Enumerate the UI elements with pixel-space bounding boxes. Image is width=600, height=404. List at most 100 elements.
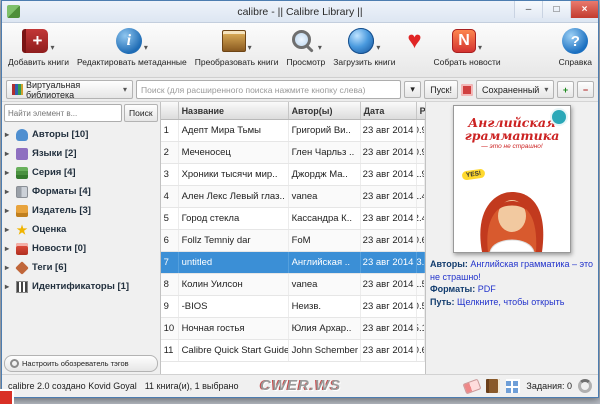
sidebar-item-tags[interactable]: ▸Теги [6]	[2, 258, 160, 277]
chevron-down-icon[interactable]: ▾	[50, 43, 54, 56]
authors-cell[interactable]: Джордж Ма..	[289, 164, 361, 185]
title-cell[interactable]: Город стекла	[179, 208, 289, 229]
date-cell[interactable]: 23 авг 2014	[361, 296, 417, 317]
authors-cell[interactable]: Григорий Ви..	[289, 120, 361, 141]
sidebar-item-formats[interactable]: ▸Форматы [4]	[2, 182, 160, 201]
save-search-add-button[interactable]: +	[557, 81, 574, 98]
column-header-1[interactable]: Название	[179, 102, 289, 119]
minimize-button[interactable]: –	[514, 1, 542, 18]
date-cell[interactable]: 23 авг 2014	[361, 142, 417, 163]
date-cell[interactable]: 23 авг 2014	[361, 120, 417, 141]
expand-arrow-icon[interactable]: ▸	[5, 282, 12, 291]
table-row[interactable]: 10Ночная гостьяЮлия Архар..23 авг 20145.…	[161, 318, 425, 340]
saved-search-icon[interactable]	[461, 84, 473, 96]
authors-cell[interactable]: vanea	[289, 274, 361, 295]
date-cell[interactable]: 23 авг 2014	[361, 230, 417, 251]
get-books-button[interactable]: ▾Загрузить книги	[331, 25, 397, 68]
date-cell[interactable]: 23 авг 2014	[361, 340, 417, 361]
sidebar-item-publisher[interactable]: ▸Издатель [3]	[2, 201, 160, 220]
save-search-remove-button[interactable]: −	[577, 81, 594, 98]
book-cover[interactable]: Английская грамматика — это не страшно! …	[453, 105, 571, 253]
title-cell[interactable]: untitled	[179, 252, 289, 273]
table-row[interactable]: 5Город стеклаКассандра К..23 авг 20142.4	[161, 208, 425, 230]
size-cell[interactable]: 1.9	[417, 164, 425, 185]
close-button[interactable]: ×	[570, 1, 598, 18]
size-cell[interactable]: 13.2	[417, 252, 425, 273]
table-row[interactable]: 3Хроники тысячи мир..Джордж Ма..23 авг 2…	[161, 164, 425, 186]
column-header-2[interactable]: Автор(ы)	[289, 102, 361, 119]
table-row[interactable]: 8Колин Уилсонvanea23 авг 20141.5	[161, 274, 425, 296]
column-header-num[interactable]	[161, 102, 179, 119]
maximize-button[interactable]: □	[542, 1, 570, 18]
sidebar-item-languages[interactable]: ▸Языки [2]	[2, 144, 160, 163]
formats-value[interactable]: PDF	[478, 284, 496, 294]
table-row[interactable]: 6Follz Temniy darFoM23 авг 20140.6	[161, 230, 425, 252]
expand-arrow-icon[interactable]: ▸	[5, 187, 12, 196]
titlebar[interactable]: calibre - || Calibre Library || –□×	[2, 1, 598, 23]
table-row[interactable]: 1Адепт Мира ТьмыГригорий Ви..23 авг 2014…	[161, 120, 425, 142]
title-cell[interactable]: Адепт Мира Тьмы	[179, 120, 289, 141]
authors-cell[interactable]: Глен Чарльз ..	[289, 142, 361, 163]
configure-tag-browser-button[interactable]: Настроить обозреватель тэгов	[4, 355, 158, 372]
expand-arrow-icon[interactable]: ▸	[5, 244, 12, 253]
view-button[interactable]: ▾Просмотр	[284, 25, 327, 68]
search-input[interactable]	[136, 80, 401, 99]
title-cell[interactable]: Ален Лекс Левый глаз..	[179, 186, 289, 207]
date-cell[interactable]: 23 авг 2014	[361, 318, 417, 339]
tag-find-button[interactable]: Поиск	[124, 104, 158, 122]
jobs-label[interactable]: Задания: 0	[526, 381, 572, 391]
size-cell[interactable]: 0.5	[417, 296, 425, 317]
authors-cell[interactable]: Неизв.	[289, 296, 361, 317]
table-row[interactable]: 7untitledАнглийская ..23 авг 201413.2	[161, 252, 425, 274]
size-cell[interactable]: 0.6	[417, 230, 425, 251]
size-cell[interactable]: 1.4	[417, 186, 425, 207]
tag-find-input[interactable]	[4, 104, 122, 122]
chevron-down-icon[interactable]: ▾	[248, 43, 252, 56]
date-cell[interactable]: 23 авг 2014	[361, 186, 417, 207]
saved-search-select[interactable]: Сохраненный ▾	[476, 80, 554, 99]
edit-metadata-button[interactable]: i▾Редактировать метаданные	[75, 25, 189, 68]
clear-icon[interactable]	[463, 378, 482, 394]
expand-arrow-icon[interactable]: ▸	[5, 225, 12, 234]
column-header-3[interactable]: Дата	[361, 102, 417, 119]
size-cell[interactable]: 0.6	[417, 340, 425, 361]
expand-arrow-icon[interactable]: ▸	[5, 168, 12, 177]
title-cell[interactable]: Хроники тысячи мир..	[179, 164, 289, 185]
expand-arrow-icon[interactable]: ▸	[5, 149, 12, 158]
book-list-header[interactable]: НазваниеАвтор(ы)ДатаРазмер	[161, 102, 425, 120]
chevron-down-icon[interactable]: ▾	[318, 43, 322, 56]
authors-cell[interactable]: vanea	[289, 186, 361, 207]
authors-cell[interactable]: Кассандра К..	[289, 208, 361, 229]
title-cell[interactable]: -BIOS	[179, 296, 289, 317]
sidebar-item-identifiers[interactable]: ▸Идентификаторы [1]	[2, 277, 160, 296]
authors-cell[interactable]: Английская ..	[289, 252, 361, 273]
expand-arrow-icon[interactable]: ▸	[5, 130, 12, 139]
title-cell[interactable]: Calibre Quick Start Guide	[179, 340, 289, 361]
table-row[interactable]: 4Ален Лекс Левый глаз..vanea23 авг 20141…	[161, 186, 425, 208]
sidebar-item-news[interactable]: ▸Новости [0]	[2, 239, 160, 258]
help-button[interactable]: ?Справка	[557, 25, 594, 68]
size-cell[interactable]: 5.1	[417, 318, 425, 339]
title-cell[interactable]: Колин Уилсон	[179, 274, 289, 295]
date-cell[interactable]: 23 авг 2014	[361, 164, 417, 185]
expand-arrow-icon[interactable]: ▸	[5, 206, 12, 215]
date-cell[interactable]: 23 авг 2014	[361, 252, 417, 273]
search-dropdown-button[interactable]: ▾	[404, 81, 421, 98]
sidebar-item-series[interactable]: ▸Серия [4]	[2, 163, 160, 182]
date-cell[interactable]: 23 авг 2014	[361, 274, 417, 295]
size-cell[interactable]: 0.9	[417, 120, 425, 141]
virtual-library-button[interactable]: Виртуальная библиотека ▾	[6, 80, 133, 99]
sidebar-item-authors[interactable]: ▸Авторы [10]	[2, 125, 160, 144]
title-cell[interactable]: Ночная гостья	[179, 318, 289, 339]
search-go-button[interactable]: Пуск!	[424, 80, 458, 99]
chevron-down-icon[interactable]: ▾	[376, 43, 380, 56]
size-cell[interactable]: 2.4	[417, 208, 425, 229]
chevron-down-icon[interactable]: ▾	[478, 43, 482, 56]
fetch-news-button[interactable]: N▾Собрать новости	[431, 25, 502, 68]
authors-cell[interactable]: John Schember	[289, 340, 361, 361]
size-cell[interactable]: 0.9	[417, 142, 425, 163]
title-cell[interactable]: Меченосец	[179, 142, 289, 163]
title-cell[interactable]: Follz Temniy dar	[179, 230, 289, 251]
expand-arrow-icon[interactable]: ▸	[5, 263, 12, 272]
authors-cell[interactable]: FoM	[289, 230, 361, 251]
